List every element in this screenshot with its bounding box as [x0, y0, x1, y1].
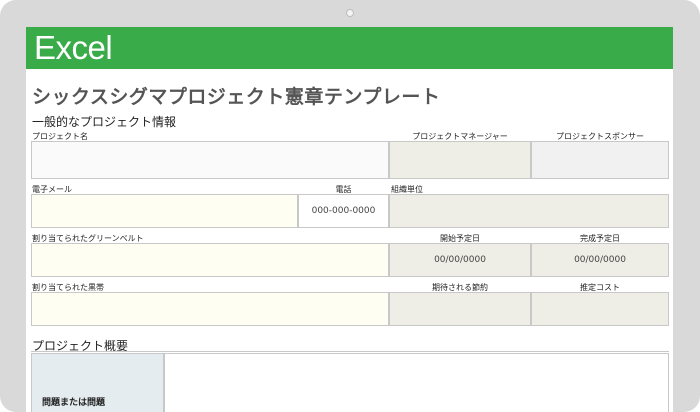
project-sponsor-field[interactable]	[531, 141, 669, 179]
email-field[interactable]	[31, 194, 298, 228]
document-title: シックスシグマプロジェクト憲章テンプレート	[32, 86, 441, 108]
expected-savings-field[interactable]	[389, 292, 531, 326]
phone-field[interactable]: 000-000-0000	[298, 194, 389, 228]
start-date-field[interactable]: 00/00/0000	[389, 243, 531, 277]
project-manager-field[interactable]	[389, 141, 531, 179]
org-unit-field[interactable]	[389, 194, 669, 228]
spreadsheet-screen: Excel シックスシグマプロジェクト憲章テンプレート 一般的なプロジェクト情報…	[26, 27, 673, 412]
project-name-field[interactable]	[31, 141, 389, 179]
black-belt-field[interactable]	[31, 292, 389, 326]
estimated-cost-field[interactable]	[531, 292, 669, 326]
end-date-field[interactable]: 00/00/0000	[531, 243, 669, 277]
problem-field[interactable]	[164, 353, 669, 412]
camera-icon	[346, 9, 354, 17]
green-belt-field[interactable]	[31, 243, 389, 277]
section-title-general-info: 一般的なプロジェクト情報	[32, 115, 177, 129]
device-frame: Excel シックスシグマプロジェクト憲章テンプレート 一般的なプロジェクト情報…	[0, 0, 700, 412]
section-divider	[31, 351, 669, 352]
problem-label-cell: 問題または問題	[31, 353, 164, 412]
app-name: Excel	[34, 29, 113, 66]
excel-banner: Excel	[26, 27, 673, 69]
